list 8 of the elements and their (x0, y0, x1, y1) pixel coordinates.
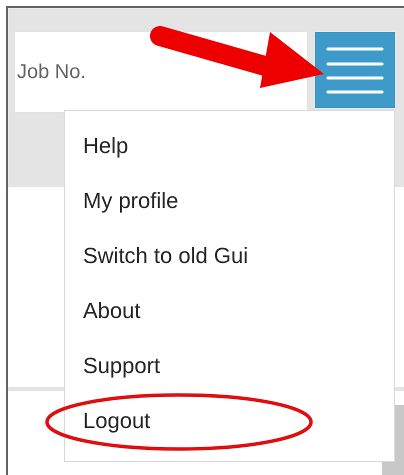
menu-item[interactable]: Logout (83, 404, 394, 459)
menu-item[interactable]: Switch to old Gui (83, 239, 394, 294)
menu-item[interactable]: Help (83, 129, 394, 184)
menu-item[interactable]: My profile (83, 184, 394, 239)
menu-item[interactable]: Support (83, 349, 394, 404)
menu-item[interactable]: About (83, 294, 394, 349)
menu-button[interactable] (315, 32, 395, 108)
menu-icon (326, 46, 384, 94)
